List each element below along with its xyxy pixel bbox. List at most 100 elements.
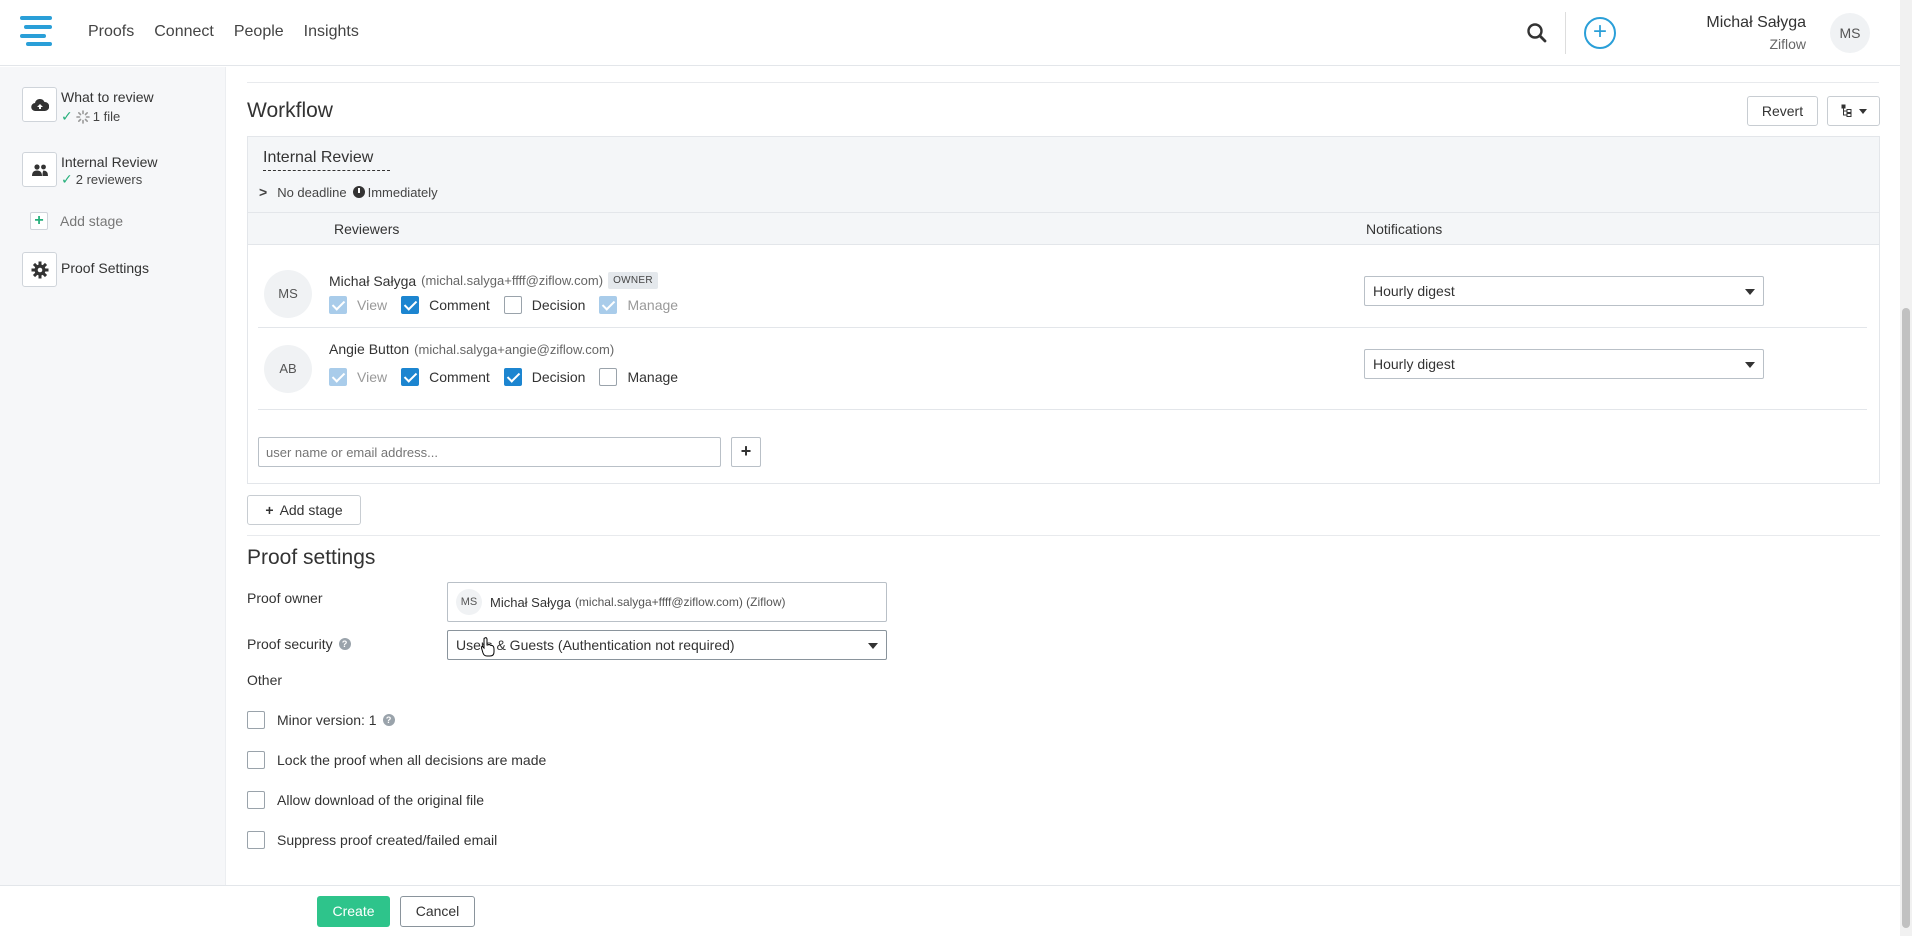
checkbox-manage[interactable] [599, 296, 618, 314]
stage-name[interactable]: Internal Review [263, 149, 390, 171]
workflow-tree-icon [1841, 104, 1867, 117]
checkbox-decision[interactable] [503, 368, 522, 386]
cancel-button[interactable]: Cancel [400, 896, 475, 927]
top-bar: Proofs Connect People Insights + Michał … [0, 0, 1900, 66]
caret-down-icon [1745, 289, 1755, 295]
reviewer-avatar: MS [264, 270, 312, 318]
users-icon [22, 152, 57, 187]
reviewer-email: (michal.salyga+angie@ziflow.com) [414, 341, 615, 357]
perm-view[interactable]: View [329, 368, 387, 386]
option-label: Suppress proof created/failed email [277, 832, 498, 848]
notification-select[interactable]: Hourly digest [1364, 276, 1764, 306]
help-icon[interactable]: ? [338, 638, 351, 650]
perm-manage[interactable]: Manage [599, 296, 678, 314]
file-count: 1 file [92, 109, 121, 124]
reviewer-count: 2 reviewers [75, 172, 143, 187]
label-text: Proof owner [247, 590, 323, 606]
checkbox-comment[interactable] [401, 368, 420, 386]
nav-people[interactable]: People [234, 23, 284, 41]
help-icon[interactable]: ? [382, 714, 395, 726]
perm-label: Manage [627, 297, 679, 313]
search-icon[interactable] [1526, 22, 1548, 44]
sidebar-add-stage-button[interactable]: + Add stage [30, 212, 123, 230]
nav-separator [1565, 12, 1566, 54]
notification-select[interactable]: Hourly digest [1364, 349, 1764, 379]
option-minor-version[interactable]: Minor version: 1 ? [247, 711, 395, 729]
avatar[interactable]: MS [1830, 13, 1870, 53]
reviewer-name: Angie Button [329, 341, 410, 357]
perm-comment[interactable]: Comment [401, 368, 490, 386]
sidebar-item-proof-settings[interactable]: Proof Settings [22, 252, 149, 287]
proof-owner-label: Proof owner [247, 590, 322, 606]
sidebar-item-label: Internal Review [61, 154, 158, 170]
plus-icon: + [30, 212, 48, 230]
caret-down-icon [1745, 362, 1755, 368]
add-stage-button[interactable]: + Add stage [247, 495, 361, 525]
scrollbar-thumb[interactable] [1902, 308, 1910, 928]
page-title: Workflow [247, 99, 333, 122]
check-icon: ✓ [61, 171, 73, 187]
caret-down-icon [868, 643, 878, 649]
divider [247, 82, 1879, 83]
nav-connect[interactable]: Connect [154, 23, 214, 41]
option-allow-download[interactable]: Allow download of the original file [247, 791, 484, 809]
stage-panel: Internal Review > No deadline Immediatel… [247, 136, 1880, 484]
option-label: Allow download of the original file [277, 792, 485, 808]
checkbox-minor-version[interactable] [247, 711, 265, 729]
sidebar-item-internal-review[interactable]: Internal Review ✓ 2 reviewers [22, 152, 158, 188]
perm-manage[interactable]: Manage [599, 368, 678, 386]
create-new-button[interactable]: + [1584, 17, 1616, 49]
create-button[interactable]: Create [317, 896, 390, 927]
perm-label: Comment [429, 297, 490, 313]
proof-owner-field[interactable]: MS Michał Sałyga (michal.salyga+ffff@zif… [447, 582, 887, 622]
clock-icon [352, 186, 365, 198]
label-text: Proof security [247, 636, 333, 652]
nav-insights[interactable]: Insights [304, 23, 359, 41]
add-reviewer-button[interactable]: + [731, 437, 761, 467]
user-org: Ziflow [1769, 36, 1806, 52]
scrollbar[interactable] [1900, 0, 1912, 936]
ziflow-logo-icon[interactable] [20, 16, 52, 46]
stage-start[interactable]: Immediately [368, 185, 438, 200]
column-header-reviewers: Reviewers [334, 221, 400, 237]
option-suppress-email[interactable]: Suppress proof created/failed email [247, 831, 497, 849]
sidebar-item-what-to-review[interactable]: What to review ✓ 1 file [22, 87, 154, 125]
perm-decision[interactable]: Decision [503, 368, 585, 386]
other-label: Other [247, 672, 282, 688]
perm-comment[interactable]: Comment [401, 296, 490, 314]
checkbox-allow-download[interactable] [247, 791, 265, 809]
checkbox-view[interactable] [329, 296, 347, 314]
sidebar-item-label: What to review [61, 89, 154, 105]
loading-spinner-icon [75, 109, 90, 124]
avatar: MS [456, 589, 482, 615]
hand-cursor-icon [481, 637, 495, 657]
perm-decision[interactable]: Decision [503, 296, 585, 314]
column-header-notifications: Notifications [1366, 221, 1443, 237]
reviewer-info: Michał Sałyga (michal.salyga+ffff@ziflow… [329, 272, 658, 289]
reviewer-name: Michał Sałyga [329, 272, 417, 289]
check-icon: ✓ [61, 108, 73, 124]
sidebar-item-label: Add stage [60, 213, 124, 229]
checkbox-manage[interactable] [599, 368, 618, 386]
add-reviewer-input[interactable] [258, 437, 721, 467]
proof-security-select[interactable]: Users & Guests (Authentication not requi… [447, 630, 887, 660]
workflow-layout-dropdown[interactable] [1827, 96, 1880, 126]
stage-deadline[interactable]: No deadline [277, 185, 346, 200]
perm-label: View [357, 297, 388, 313]
reviewer-email: (michal.salyga+ffff@ziflow.com) [421, 273, 604, 288]
checkbox-view[interactable] [329, 368, 347, 386]
perm-view[interactable]: View [329, 296, 387, 314]
owner-name: Michał Sałyga [490, 594, 571, 610]
revert-button[interactable]: Revert [1747, 96, 1818, 126]
chevron-right-icon[interactable]: > [259, 184, 267, 200]
option-lock-proof[interactable]: Lock the proof when all decisions are ma… [247, 751, 546, 769]
nav-proofs[interactable]: Proofs [88, 23, 134, 41]
user-name: Michał Sałyga [1706, 14, 1806, 31]
checkbox-suppress-email[interactable] [247, 831, 265, 849]
upload-cloud-icon [22, 87, 57, 122]
perm-label: Comment [429, 369, 490, 385]
checkbox-lock-proof[interactable] [247, 751, 265, 769]
owner-badge: OWNER [608, 272, 658, 289]
checkbox-comment[interactable] [401, 296, 420, 314]
checkbox-decision[interactable] [503, 296, 522, 314]
